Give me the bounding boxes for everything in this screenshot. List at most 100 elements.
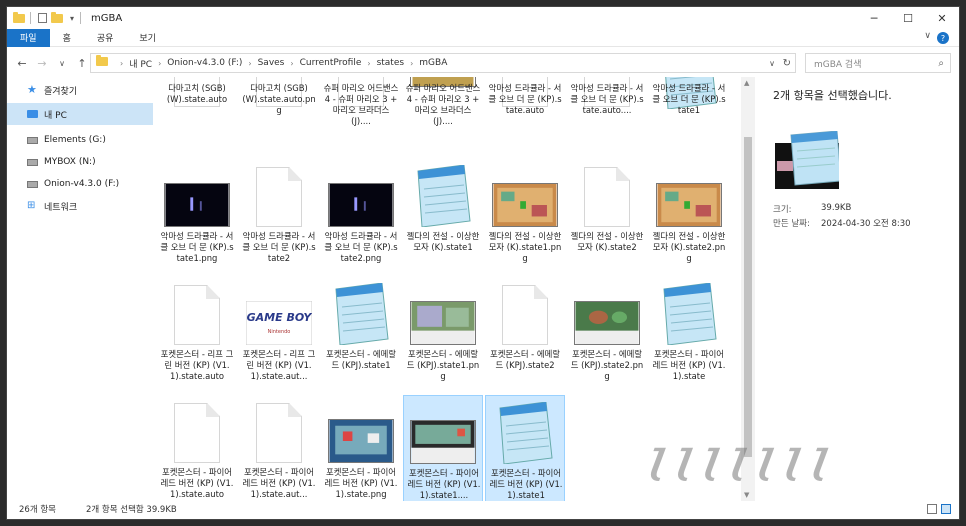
file-item[interactable]: 포켓몬스터 - 에메랄드 (KPJ).state1 (321, 277, 401, 391)
date-value: 2024-04-30 오전 8:30 (821, 219, 911, 229)
breadcrumb-item[interactable]: Onion-v4.3.0 (F:) (167, 58, 242, 68)
maximize-button[interactable]: ☐ (891, 7, 925, 29)
details-view-button[interactable] (927, 504, 937, 514)
file-thumbnail (656, 183, 722, 230)
file-item[interactable]: 포켓몬스터 - 파이어 레드 버전 (KP) (V1.1).state.auto (157, 395, 237, 501)
tab-2[interactable]: 공유 (84, 29, 127, 47)
breadcrumb-item[interactable]: mGBA (419, 58, 447, 68)
file-item[interactable]: 다마고치 (SGB) (W).state.auto.png (239, 77, 319, 157)
sidebar-item[interactable]: 내 PC (7, 103, 153, 125)
file-item[interactable]: 포켓몬스터 - 에메랄드 (KPJ).state2.png (567, 277, 647, 391)
file-item[interactable]: 악마성 드라큘라 - 서클 오브 더 문 (KP).state.auto (485, 77, 565, 157)
navigation-pane: ★ 즐겨찾기 내 PC Elements (G:) MYBOX (N:) Onion-v4… (7, 79, 153, 499)
file-name: 악마성 드라큘라 - 서클 오브 더 문 (KP).state1 (652, 83, 726, 115)
file-item[interactable]: 젤다의 전설 - 이상한 모자 (K).state2 (567, 159, 647, 273)
svg-text:Nintendo: Nintendo (268, 329, 291, 335)
recent-chevron-icon[interactable]: ∨ (55, 59, 69, 68)
file-item[interactable]: 포켓몬스터 - 파이어 레드 버전 (KP) (V1.1).state1 (485, 395, 565, 501)
sidebar-item[interactable]: ★ 즐겨찾기 (7, 79, 153, 101)
sidebar-item[interactable]: ⊞ 네트워크 (7, 195, 153, 217)
file-name: 악마성 드라큘라 - 서클 오브 더 문 (KP).state2.png (324, 231, 398, 263)
breadcrumb-chevron-icon[interactable]: › (290, 59, 293, 68)
file-thumbnail (414, 164, 472, 230)
file-name: 포켓몬스터 - 파이어 레드 버전 (KP) (V1.1).state1.... (407, 468, 481, 500)
network-icon: ⊞ (27, 200, 36, 211)
explorer-window: ▾ mGBA ─ ☐ ✕ 파일 홈 공유 보기 ∨? ← → ∨ ↑ › 내 PC › Oni… (6, 6, 960, 520)
scrollbar-thumb[interactable] (744, 137, 752, 457)
breadcrumb-item[interactable]: 내 PC (129, 57, 152, 70)
breadcrumb-item[interactable]: CurrentProfile (300, 58, 362, 68)
item-count: 26개 항목 (19, 505, 56, 515)
sidebar-item-label: Onion-v4.3.0 (F:) (44, 179, 120, 189)
file-item[interactable]: 악마성 드라큘라 - 서클 오브 더 문 (KP).state1.png (157, 159, 237, 273)
ribbon-expand-icon[interactable]: ∨ (924, 31, 931, 41)
file-item[interactable]: 포켓몬스터 - 파이어 레드 버전 (KP) (V1.1).state.png (321, 395, 401, 501)
file-thumbnail (164, 183, 230, 230)
search-placeholder: mGBA 검색 (814, 59, 862, 70)
file-item[interactable]: 젤다의 전설 - 이상한 모자 (K).state1 (403, 159, 483, 273)
address-bar[interactable]: › 내 PC › Onion-v4.3.0 (F:) › Saves › CurrentPro… (90, 53, 796, 73)
breadcrumb-item[interactable]: states (377, 58, 405, 68)
tab-0[interactable]: 파일 (7, 28, 50, 47)
file-name: 포켓몬스터 - 리프 그린 버전 (KP) (V1.1).state.aut..… (242, 349, 316, 381)
customize-chevron-icon[interactable]: ▾ (66, 12, 78, 24)
tab-1[interactable]: 홈 (50, 29, 84, 47)
refresh-icon[interactable]: ↻ (783, 58, 791, 69)
file-item[interactable]: 악마성 드라큘라 - 서클 오브 더 문 (KP).state2 (239, 159, 319, 273)
file-item[interactable]: GAME BOY Nintendo 포켓몬스터 - 리프 그린 버전 (KP) (V… (239, 277, 319, 391)
file-thumbnail (584, 167, 630, 227)
file-item[interactable]: 악마성 드라큘라 - 서클 오브 더 문 (KP).state2.png (321, 159, 401, 273)
search-icon: ⌕ (938, 57, 944, 69)
chevron-down-icon[interactable]: ∨ (769, 59, 775, 68)
file-item[interactable]: 악마성 드라큘라 - 서클 오브 더 문 (KP).state1 (649, 77, 729, 157)
forward-arrow-icon[interactable]: → (35, 57, 49, 70)
help-icon[interactable]: ? (937, 32, 949, 44)
file-item[interactable]: 포켓몬스터 - 파이어 레드 버전 (KP) (V1.1).state1.... (403, 395, 483, 501)
drive-icon (27, 136, 38, 144)
file-item[interactable]: 포켓몬스터 - 에메랄드 (KPJ).state1.png (403, 277, 483, 391)
up-arrow-icon[interactable]: ↑ (75, 57, 89, 70)
new-folder-icon[interactable] (51, 11, 63, 24)
file-item[interactable]: 포켓몬스터 - 파이어 레드 버전 (KP) (V1.1).state (649, 277, 729, 391)
search-input[interactable]: mGBA 검색 ⌕ (805, 53, 951, 73)
file-item[interactable]: 다마고치 (SGB) (W).state.auto (157, 77, 237, 157)
properties-icon[interactable] (36, 12, 48, 24)
sidebar-item[interactable]: Elements (G:) (7, 129, 153, 151)
file-item[interactable]: 젤다의 전설 - 이상한 모자 (K).state1.png (485, 159, 565, 273)
breadcrumb-chevron-icon[interactable]: › (367, 59, 370, 68)
breadcrumb-chevron-icon[interactable]: › (248, 59, 251, 68)
window-title: mGBA (91, 12, 123, 24)
icons-view-button[interactable] (941, 504, 951, 514)
file-name: 악마성 드라큘라 - 서클 오브 더 문 (KP).state.auto.... (570, 83, 644, 115)
file-item[interactable]: 포켓몬스터 - 에메랄드 (KPJ).state2 (485, 277, 565, 391)
file-name: 포켓몬스터 - 리프 그린 버전 (KP) (V1.1).state.auto (160, 349, 234, 381)
breadcrumb-chevron-icon[interactable]: › (120, 59, 123, 68)
breadcrumb-chevron-icon[interactable]: › (158, 59, 161, 68)
file-name: 슈퍼 마리오 어드밴스 4 - 슈퍼 마리오 3 + 마리오 브라더스 (J).… (323, 83, 399, 126)
quick-access-toolbar: ▾ (7, 11, 78, 24)
file-name: 슈퍼 마리오 어드밴스 4 - 슈퍼 마리오 3 + 마리오 브라더스 (J).… (405, 83, 481, 126)
sidebar-item[interactable]: Onion-v4.3.0 (F:) (7, 173, 153, 195)
file-item[interactable]: 젤다의 전설 - 이상한 모자 (K).state2.png (649, 159, 729, 273)
file-name: 포켓몬스터 - 파이어 레드 버전 (KP) (V1.1).state.aut.… (242, 467, 316, 499)
file-name: 젤다의 전설 - 이상한 모자 (K).state1.png (488, 231, 562, 263)
back-arrow-icon[interactable]: ← (15, 57, 29, 70)
breadcrumb-item[interactable]: Saves (258, 58, 285, 68)
sidebar-item[interactable]: MYBOX (N:) (7, 151, 153, 173)
drive-icon (27, 180, 38, 188)
file-name: 악마성 드라큘라 - 서클 오브 더 문 (KP).state.auto (488, 83, 562, 115)
file-item[interactable]: 악마성 드라큘라 - 서클 오브 더 문 (KP).state.auto.... (567, 77, 647, 157)
file-item[interactable]: 슈퍼 마리오 어드밴스 4 - 슈퍼 마리오 3 + 마리오 브라더스 (J).… (321, 77, 401, 157)
file-name: 포켓몬스터 - 파이어 레드 버전 (KP) (V1.1).state.auto (160, 467, 234, 499)
tab-3[interactable]: 보기 (126, 29, 169, 47)
sidebar-item-label: 네트워크 (44, 202, 78, 213)
breadcrumb-chevron-icon[interactable]: › (410, 59, 413, 68)
scroll-up-icon[interactable]: ▲ (744, 79, 749, 87)
minimize-button[interactable]: ─ (857, 7, 891, 29)
file-item[interactable]: 슈퍼 마리오 어드밴스 4 - 슈퍼 마리오 3 + 마리오 브라더스 (J).… (403, 77, 483, 157)
status-bar: 26개 항목 2개 항목 선택함 39.9KB (7, 499, 959, 519)
file-item[interactable]: 포켓몬스터 - 리프 그린 버전 (KP) (V1.1).state.auto (157, 277, 237, 391)
close-button[interactable]: ✕ (925, 7, 959, 29)
file-item[interactable]: 포켓몬스터 - 파이어 레드 버전 (KP) (V1.1).state.aut.… (239, 395, 319, 501)
file-thumbnail (328, 419, 394, 466)
